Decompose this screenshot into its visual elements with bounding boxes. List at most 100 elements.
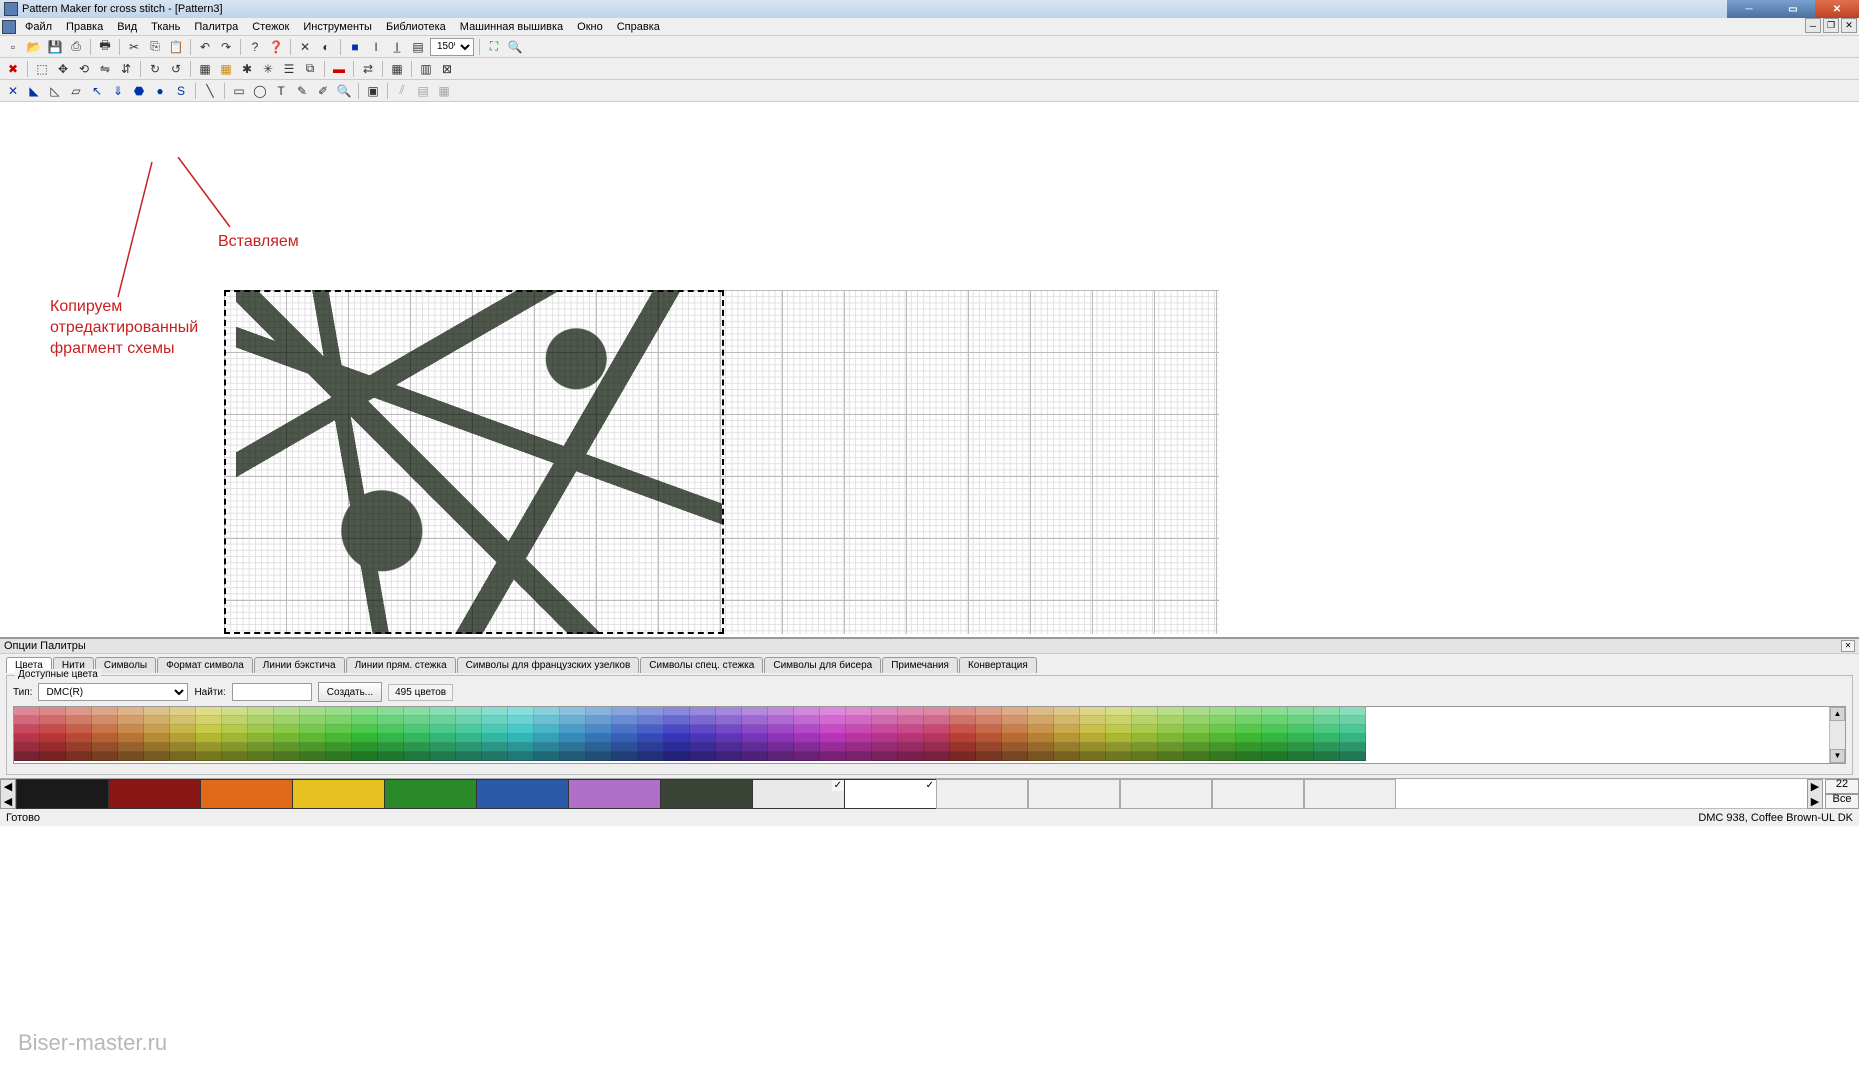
node-tool-icon[interactable]: ⬣	[130, 82, 148, 100]
swatch[interactable]	[716, 743, 742, 752]
swatch[interactable]	[1184, 743, 1210, 752]
palette-color[interactable]	[292, 779, 384, 809]
swatch[interactable]	[14, 725, 40, 734]
swatch[interactable]	[326, 743, 352, 752]
swatch[interactable]	[378, 743, 404, 752]
swatch[interactable]	[1340, 707, 1366, 716]
swatch[interactable]	[1262, 725, 1288, 734]
swatch[interactable]	[1288, 725, 1314, 734]
swatch[interactable]	[40, 734, 66, 743]
swatch[interactable]	[456, 716, 482, 725]
swatch[interactable]	[274, 743, 300, 752]
swatch[interactable]	[508, 716, 534, 725]
swatch[interactable]	[508, 752, 534, 761]
swatch[interactable]	[794, 752, 820, 761]
swatch[interactable]	[872, 707, 898, 716]
tab-6[interactable]: Символы для французских узелков	[457, 657, 640, 673]
swatch[interactable]	[1288, 716, 1314, 725]
swatch[interactable]	[92, 707, 118, 716]
swatch[interactable]	[612, 734, 638, 743]
swatch[interactable]	[430, 707, 456, 716]
swatch[interactable]	[1340, 716, 1366, 725]
paste-icon[interactable]: 📋	[167, 38, 185, 56]
swatch[interactable]	[586, 725, 612, 734]
swatch[interactable]	[144, 752, 170, 761]
swatch[interactable]	[872, 725, 898, 734]
swatch[interactable]	[768, 707, 794, 716]
swatch[interactable]	[976, 734, 1002, 743]
swatch[interactable]	[586, 743, 612, 752]
swatch[interactable]	[1262, 752, 1288, 761]
swatch[interactable]	[482, 743, 508, 752]
mdi-restore-button[interactable]: ❐	[1823, 18, 1839, 33]
swatch[interactable]	[612, 743, 638, 752]
swatch[interactable]	[976, 716, 1002, 725]
pattern3-icon[interactable]: ✱	[238, 60, 256, 78]
swatch[interactable]	[898, 734, 924, 743]
swatch[interactable]	[1236, 752, 1262, 761]
save-as-icon[interactable]: ⎙	[67, 38, 85, 56]
down-tool-icon[interactable]: ⇓	[109, 82, 127, 100]
swatch[interactable]	[1106, 734, 1132, 743]
swatch[interactable]	[1288, 707, 1314, 716]
swatch[interactable]	[794, 743, 820, 752]
swatch[interactable]	[638, 716, 664, 725]
swatch[interactable]	[300, 707, 326, 716]
swatch[interactable]	[222, 725, 248, 734]
menu-Палитра[interactable]: Палитра	[187, 20, 245, 34]
s-tool-icon[interactable]: S	[172, 82, 190, 100]
mdi-close-button[interactable]: ✕	[1841, 18, 1857, 33]
swatch[interactable]	[1184, 725, 1210, 734]
swatch[interactable]	[898, 743, 924, 752]
type-select[interactable]: DMC(R)	[38, 683, 188, 701]
swatch[interactable]	[612, 725, 638, 734]
save-icon[interactable]: 💾	[46, 38, 64, 56]
swatch[interactable]	[1288, 752, 1314, 761]
swatch[interactable]	[404, 716, 430, 725]
swatch[interactable]	[66, 707, 92, 716]
swatch[interactable]	[872, 752, 898, 761]
swatch[interactable]	[612, 716, 638, 725]
swatch[interactable]	[1184, 752, 1210, 761]
swatch[interactable]	[742, 725, 768, 734]
swatch[interactable]	[508, 707, 534, 716]
swatch[interactable]	[950, 743, 976, 752]
swatch[interactable]	[40, 743, 66, 752]
swatch[interactable]	[976, 725, 1002, 734]
swatch[interactable]	[170, 725, 196, 734]
swatch[interactable]	[534, 716, 560, 725]
swatch[interactable]	[690, 752, 716, 761]
palette-color[interactable]	[844, 779, 936, 809]
redo-icon[interactable]: ↷	[217, 38, 235, 56]
menu-Машинная вышивка[interactable]: Машинная вышивка	[453, 20, 570, 34]
swatch[interactable]	[534, 707, 560, 716]
tab-2[interactable]: Символы	[95, 657, 156, 673]
menu-Окно[interactable]: Окно	[570, 20, 610, 34]
swatch[interactable]	[1288, 743, 1314, 752]
swatch[interactable]	[14, 707, 40, 716]
print-icon[interactable]: 🖶	[96, 38, 114, 56]
swatch[interactable]	[820, 743, 846, 752]
swatch[interactable]	[1002, 743, 1028, 752]
zoom-tool-icon[interactable]: 🔍	[506, 38, 524, 56]
swatch[interactable]	[456, 752, 482, 761]
swatch[interactable]	[924, 707, 950, 716]
swatch[interactable]	[196, 734, 222, 743]
swatch[interactable]	[950, 716, 976, 725]
swatch[interactable]	[1210, 707, 1236, 716]
swatch[interactable]	[1054, 734, 1080, 743]
swatch[interactable]	[1106, 716, 1132, 725]
find-input[interactable]	[232, 683, 312, 701]
swatch[interactable]	[820, 716, 846, 725]
swatch[interactable]	[1236, 707, 1262, 716]
swatch[interactable]	[300, 752, 326, 761]
swatch[interactable]	[248, 725, 274, 734]
pattern-grid[interactable]	[224, 290, 1219, 634]
swatch[interactable]	[976, 752, 1002, 761]
swatch[interactable]	[144, 725, 170, 734]
swatch[interactable]	[768, 725, 794, 734]
palette-color[interactable]	[660, 779, 752, 809]
swatch[interactable]	[144, 734, 170, 743]
swatch[interactable]	[456, 725, 482, 734]
palette-panel-close-button[interactable]: ✕	[1841, 640, 1855, 652]
